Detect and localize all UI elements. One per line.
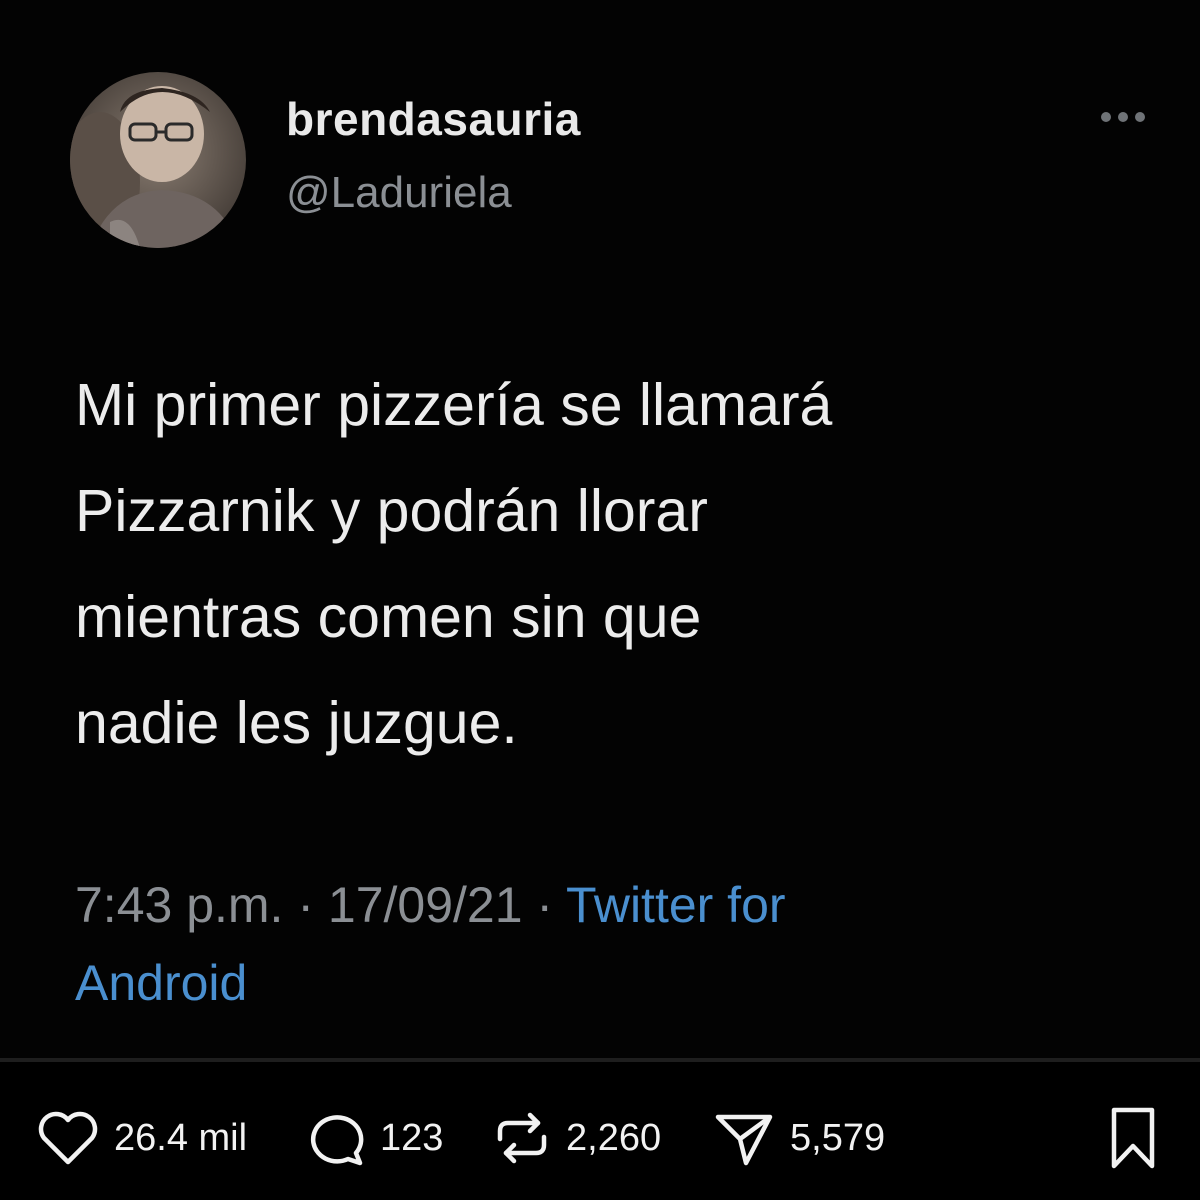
avatar[interactable] (70, 72, 246, 248)
share-count: 5,579 (790, 1116, 886, 1159)
like-button[interactable]: 26.4 mil (36, 1111, 248, 1165)
heart-icon (38, 1111, 98, 1165)
send-icon (715, 1114, 773, 1166)
display-name[interactable]: brendasauria (286, 92, 581, 146)
tweet-text: Mi primer pizzería se llamará Pizzarnik … (75, 372, 833, 756)
tweet-timestamp: 7:43 p.m. · 17/09/21 · (75, 877, 567, 933)
repost-icon (497, 1112, 547, 1164)
comment-count: 123 (380, 1116, 444, 1159)
more-horizontal-icon[interactable] (1098, 105, 1148, 129)
repost-button[interactable]: 2,260 (492, 1112, 661, 1164)
comment-button[interactable]: 123 (304, 1112, 444, 1166)
tweet-screenshot: brendasauria @Laduriela Mi primer pizzer… (0, 0, 1200, 1062)
bookmark-icon (1111, 1107, 1155, 1169)
comment-icon (310, 1115, 364, 1166)
tweet-meta: 7:43 p.m. · 17/09/21 · Twitter for Andro… (75, 866, 975, 1022)
save-button[interactable] (1106, 1106, 1160, 1170)
repost-count: 2,260 (566, 1116, 662, 1159)
post-view: brendasauria @Laduriela Mi primer pizzer… (0, 0, 1200, 1200)
share-button[interactable]: 5,579 (712, 1112, 886, 1166)
like-count: 26.4 mil (114, 1116, 248, 1159)
user-handle[interactable]: @Laduriela (286, 168, 512, 218)
